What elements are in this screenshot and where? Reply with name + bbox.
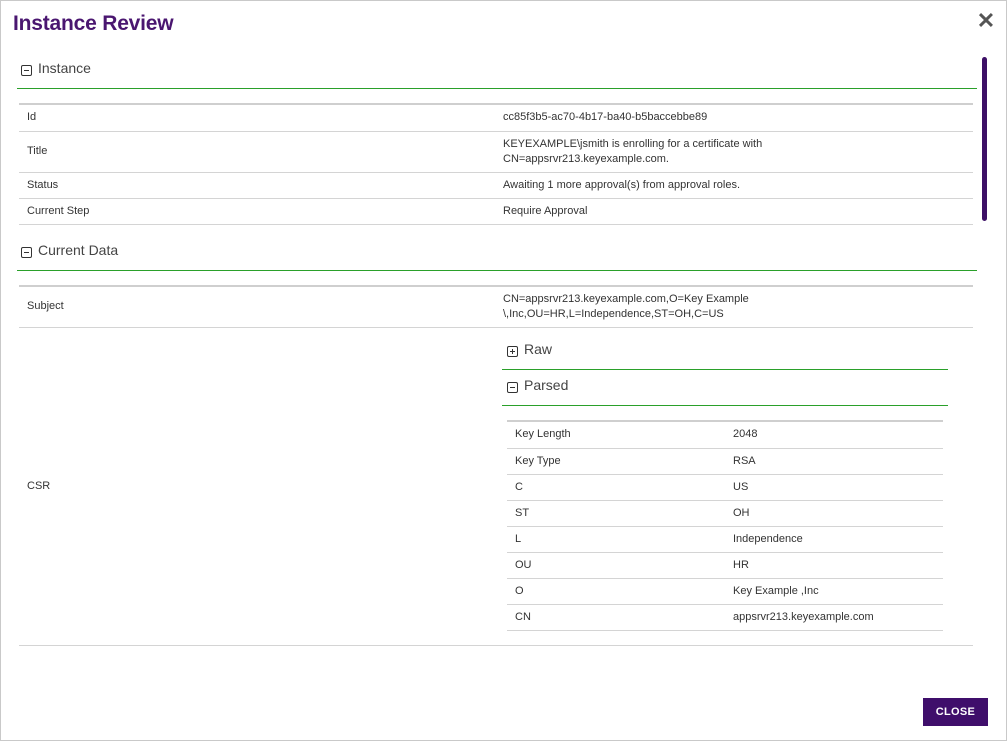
csr-label: CSR bbox=[19, 327, 495, 646]
subject-value-line1: CN=appsrvr213.keyexample.com,O=Key Examp… bbox=[503, 292, 749, 305]
parsed-key: ST bbox=[507, 500, 725, 527]
minus-square-icon[interactable] bbox=[507, 382, 518, 393]
status-label: Status bbox=[19, 172, 495, 199]
table-row: Id cc85f3b5-ac70-4b17-ba40-b5baccebbe89 bbox=[19, 103, 973, 132]
current-step-label: Current Step bbox=[19, 198, 495, 225]
parsed-value: 2048 bbox=[725, 420, 943, 449]
subject-value: CN=appsrvr213.keyexample.com,O=Key Examp… bbox=[495, 285, 973, 328]
parsed-heading: Parsed bbox=[524, 377, 569, 393]
current-step-value: Require Approval bbox=[495, 198, 973, 225]
parsed-key: C bbox=[507, 474, 725, 501]
title-value-line2: CN=appsrvr213.keyexample.com. bbox=[503, 152, 669, 165]
dialog-title: Instance Review bbox=[13, 12, 174, 35]
parsed-key: L bbox=[507, 526, 725, 553]
status-value: Awaiting 1 more approval(s) from approva… bbox=[495, 172, 973, 199]
id-label: Id bbox=[19, 103, 495, 132]
parsed-section-header[interactable]: Parsed bbox=[502, 371, 948, 406]
current-data-heading: Current Data bbox=[38, 242, 119, 258]
parsed-value: Independence bbox=[725, 526, 943, 553]
raw-heading: Raw bbox=[524, 341, 553, 357]
instance-review-dialog: Instance Review ✕ Instance Id cc85f3b5-a… bbox=[0, 0, 1007, 741]
table-row: L Independence bbox=[507, 526, 943, 553]
table-row: Subject CN=appsrvr213.keyexample.com,O=K… bbox=[19, 285, 973, 328]
title-value: KEYEXAMPLE\jsmith is enrolling for a cer… bbox=[495, 131, 973, 173]
table-row: Key Length 2048 bbox=[507, 420, 943, 449]
table-row: Title KEYEXAMPLE\jsmith is enrolling for… bbox=[19, 131, 973, 173]
table-row: CN appsrvr213.keyexample.com bbox=[507, 604, 943, 631]
subject-label: Subject bbox=[19, 285, 495, 328]
parsed-key: Key Type bbox=[507, 448, 725, 475]
table-row: ST OH bbox=[507, 500, 943, 527]
table-row: Current Step Require Approval bbox=[19, 198, 973, 225]
raw-section-header[interactable]: Raw bbox=[502, 335, 948, 370]
parsed-key: O bbox=[507, 578, 725, 605]
parsed-value: RSA bbox=[725, 448, 943, 475]
parsed-value: Key Example ,Inc bbox=[725, 578, 943, 605]
parsed-value: HR bbox=[725, 552, 943, 579]
parsed-csr-table: Key Length 2048 Key Type RSA C US ST OH … bbox=[507, 420, 943, 631]
instance-heading: Instance bbox=[38, 60, 91, 76]
parsed-key: OU bbox=[507, 552, 725, 579]
instance-section-header[interactable]: Instance bbox=[17, 54, 977, 89]
table-row: OU HR bbox=[507, 552, 943, 579]
title-value-line1: KEYEXAMPLE\jsmith is enrolling for a cer… bbox=[503, 137, 763, 150]
parsed-value: appsrvr213.keyexample.com bbox=[725, 604, 943, 631]
table-row: Key Type RSA bbox=[507, 448, 943, 475]
table-row: C US bbox=[507, 474, 943, 501]
id-value: cc85f3b5-ac70-4b17-ba40-b5baccebbe89 bbox=[495, 103, 973, 132]
parsed-value: US bbox=[725, 474, 943, 501]
subject-value-line2: \,Inc,OU=HR,L=Independence,ST=OH,C=US bbox=[503, 307, 724, 320]
minus-square-icon[interactable] bbox=[21, 247, 32, 258]
title-label: Title bbox=[19, 131, 495, 173]
minus-square-icon[interactable] bbox=[21, 65, 32, 76]
instance-table: Id cc85f3b5-ac70-4b17-ba40-b5baccebbe89 … bbox=[19, 103, 973, 225]
plus-square-icon[interactable] bbox=[507, 346, 518, 357]
close-icon[interactable]: ✕ bbox=[975, 9, 997, 33]
parsed-key: Key Length bbox=[507, 420, 725, 449]
scrollbar-thumb[interactable] bbox=[982, 57, 987, 221]
table-row: O Key Example ,Inc bbox=[507, 578, 943, 605]
close-button[interactable]: CLOSE bbox=[923, 698, 988, 726]
parsed-key: CN bbox=[507, 604, 725, 631]
current-data-section-header[interactable]: Current Data bbox=[17, 236, 977, 271]
table-row: Status Awaiting 1 more approval(s) from … bbox=[19, 172, 973, 199]
parsed-value: OH bbox=[725, 500, 943, 527]
